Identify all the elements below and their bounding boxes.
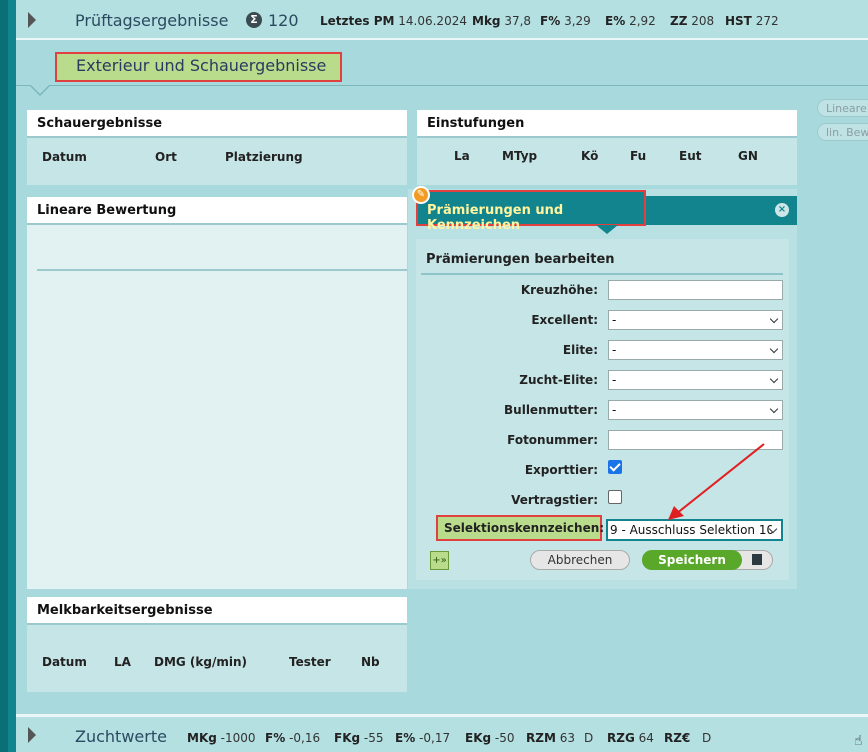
zw-eiweiss: E% -0,17 — [395, 731, 451, 745]
zuchtwerte-title: Zuchtwerte — [75, 727, 167, 746]
zw-rzm: RZM 63 — [526, 731, 575, 745]
col-eut: Eut — [679, 149, 702, 163]
close-icon[interactable]: × — [775, 203, 789, 217]
stat-hst: HST 272 — [725, 14, 779, 28]
stat-eiweiss: E% 2,92 — [605, 14, 656, 28]
zw-rze-flag: D — [702, 731, 712, 745]
praemierungen-title[interactable]: Prämierungen und Kennzeichen — [416, 190, 646, 233]
zw-ekg: EKg -50 — [465, 731, 515, 745]
edit-badge-icon: ✎ — [412, 186, 430, 204]
vertragstier-checkbox[interactable] — [608, 490, 622, 504]
bullenmutter-select[interactable]: - — [608, 400, 783, 420]
section-divider — [16, 85, 868, 86]
col-nb: Nb — [361, 655, 380, 669]
kreuzhoehe-input[interactable] — [608, 280, 783, 300]
col-gn: GN — [738, 149, 758, 163]
lineare-divider — [37, 269, 407, 271]
col-datum: Datum — [42, 150, 87, 164]
col-la: La — [454, 149, 470, 163]
more-button[interactable]: +» — [430, 551, 449, 570]
chevron-down-icon — [769, 404, 779, 414]
pruftag-count: 120 — [268, 11, 299, 30]
einstufungen-title: Einstufungen — [417, 110, 797, 138]
excellent-select[interactable]: - — [608, 310, 783, 330]
label-selektion: Selektionskennzeichen: — [436, 515, 604, 541]
stat-zz: ZZ 208 — [670, 14, 715, 28]
zw-rzg: RZG 64 — [607, 731, 654, 745]
tab-notch-inner — [31, 85, 49, 94]
label-fotonummer: Fotonummer: — [507, 433, 598, 447]
lineare-title: Lineare Bewertung — [27, 197, 407, 225]
col-koe: Kö — [581, 149, 599, 163]
tab-exterieur[interactable]: Exterieur und Schauergebnisse — [55, 52, 342, 82]
pruftag-title: Prüftagsergebnisse — [75, 11, 229, 30]
praemierungen-notch — [596, 225, 618, 234]
zw-rzm-flag: D — [584, 731, 594, 745]
left-strip-shadow — [0, 0, 8, 752]
tab-lineare[interactable]: Lineare — [817, 99, 868, 117]
stat-fett: F% 3,29 — [540, 14, 591, 28]
label-kreuzhoehe: Kreuzhöhe: — [520, 283, 598, 297]
label-vertragstier: Vertragstier: — [511, 493, 598, 507]
zw-rze: RZ€ — [664, 731, 691, 745]
chevron-down-icon — [769, 314, 779, 324]
expand-arrow-icon[interactable] — [28, 12, 36, 28]
zw-fett: F% -0,16 — [265, 731, 321, 745]
col-platzierung: Platzierung — [225, 150, 303, 164]
melkbarkeit-card: Melkbarkeitsergebnisse Datum LA DMG (kg/… — [27, 597, 407, 692]
stat-mkg: Mkg 37,8 — [472, 14, 532, 28]
einstufungen-card: Einstufungen La MTyp Kö Fu Eut GN — [417, 110, 797, 185]
form-title: Prämierungen bearbeiten — [426, 252, 615, 267]
label-excellent: Excellent: — [531, 313, 598, 327]
tab-lin-bew[interactable]: lin. Bew — [817, 123, 868, 141]
zw-mkg: MKg -1000 — [187, 731, 256, 745]
col-dmg: DMG (kg/min) — [154, 655, 248, 669]
save-button[interactable]: Speichern — [642, 550, 742, 570]
cancel-button[interactable]: Abbrechen — [530, 550, 630, 570]
zucht-elite-select[interactable]: - — [608, 370, 783, 390]
stat-letztes-pm: Letztes PM 14.06.2024 — [320, 14, 467, 28]
label-zucht-elite: Zucht-Elite: — [519, 373, 598, 387]
col-datum: Datum — [42, 655, 87, 669]
melkbarkeit-title: Melkbarkeitsergebnisse — [27, 597, 407, 625]
chevron-down-icon — [769, 374, 779, 384]
label-bullenmutter: Bullenmutter: — [504, 403, 598, 417]
annotation-arrow-icon — [668, 443, 765, 520]
hand-cursor-icon: ☝ — [854, 733, 863, 749]
col-ort: Ort — [155, 150, 177, 164]
lineare-card: Lineare Bewertung — [27, 197, 407, 589]
schauergebnisse-title: Schauergebnisse — [27, 110, 407, 138]
chevron-down-icon — [769, 344, 779, 354]
col-tester: Tester — [289, 655, 331, 669]
elite-select[interactable]: - — [608, 340, 783, 360]
col-fu: Fu — [630, 149, 647, 163]
label-exporttier: Exporttier: — [524, 463, 598, 477]
sigma-icon: Σ — [246, 12, 262, 28]
expand-arrow-icon[interactable] — [28, 727, 36, 743]
exporttier-checkbox[interactable] — [608, 460, 622, 474]
col-mtyp: MTyp — [502, 149, 538, 163]
col-la: LA — [114, 655, 131, 669]
save-options-icon[interactable] — [752, 554, 762, 565]
form-title-divider — [421, 273, 783, 275]
zw-fkg: FKg -55 — [334, 731, 384, 745]
label-elite: Elite: — [562, 343, 598, 357]
schauergebnisse-card: Schauergebnisse Datum Ort Platzierung — [27, 110, 407, 185]
